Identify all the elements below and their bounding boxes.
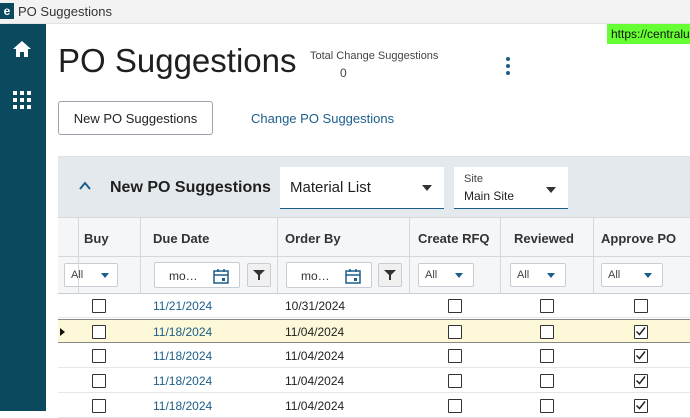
create-rfq-checkbox[interactable] [448, 299, 462, 313]
due-date-filter[interactable]: mo… [154, 262, 240, 288]
chevron-down-icon [101, 273, 109, 278]
reviewed-checkbox[interactable] [540, 325, 554, 339]
buy-checkbox[interactable] [92, 374, 106, 388]
po-grid: Buy Due Date Order By Create RFQ Reviewe… [58, 217, 690, 418]
home-icon[interactable] [10, 37, 34, 61]
page-title: PO Suggestions [58, 42, 297, 79]
buy-checkbox[interactable] [92, 349, 106, 363]
window-titlebar: e PO Suggestions [0, 0, 690, 24]
chevron-down-icon [422, 185, 432, 191]
new-po-panel: New PO Suggestions Material List Site Ma… [58, 156, 690, 418]
order-by-cell: 11/04/2024 [285, 374, 345, 388]
window-title: PO Suggestions [18, 4, 112, 19]
col-header-order-by[interactable]: Order By [285, 231, 341, 246]
chevron-up-icon[interactable] [78, 179, 92, 193]
calendar-icon[interactable] [345, 268, 361, 284]
col-header-buy[interactable]: Buy [84, 231, 109, 246]
due-date-cell[interactable]: 11/18/2024 [153, 374, 212, 388]
buy-checkbox[interactable] [92, 299, 106, 313]
approve-po-checkbox[interactable] [634, 325, 648, 339]
app-logo: e [0, 3, 14, 19]
chevron-down-icon [455, 273, 463, 278]
material-list-dropdown[interactable]: Material List [280, 167, 444, 209]
approve-po-checkbox[interactable] [634, 374, 648, 388]
filter-icon [384, 270, 396, 280]
order-by-filter-text: mo… [301, 269, 330, 283]
site-dropdown[interactable]: Site Main Site [454, 167, 568, 209]
create-rfq-checkbox[interactable] [448, 374, 462, 388]
url-badge: https://centralu [607, 24, 690, 44]
left-nav [0, 24, 46, 411]
col-header-due-date[interactable]: Due Date [153, 231, 209, 246]
row-indicator-icon [60, 328, 65, 336]
approve-po-checkbox[interactable] [634, 299, 648, 313]
calendar-icon[interactable] [213, 268, 229, 284]
create-rfq-filter[interactable]: All [418, 263, 474, 287]
material-list-value: Material List [290, 179, 371, 196]
approve-po-checkbox[interactable] [634, 349, 648, 363]
order-by-filter-button[interactable] [378, 263, 402, 287]
change-po-suggestions-link[interactable]: Change PO Suggestions [251, 111, 394, 126]
total-change-value: 0 [340, 66, 347, 80]
due-date-filter-button[interactable] [247, 263, 271, 287]
order-by-cell: 10/31/2024 [285, 299, 346, 313]
due-date-cell[interactable]: 11/18/2024 [153, 349, 212, 363]
table-row[interactable]: 11/18/2024 11/04/2024 [58, 344, 690, 368]
reviewed-filter-value: All [517, 269, 530, 281]
order-by-cell: 11/04/2024 [285, 325, 345, 339]
table-row[interactable]: 11/18/2024 11/04/2024 [58, 319, 690, 343]
table-row[interactable]: 11/18/2024 11/04/2024 [58, 394, 690, 418]
reviewed-checkbox[interactable] [540, 299, 554, 313]
filter-icon [253, 270, 265, 280]
table-row[interactable]: 11/21/2024 10/31/2024 [58, 294, 690, 318]
col-header-create-rfq[interactable]: Create RFQ [418, 231, 490, 246]
panel-header: New PO Suggestions Material List Site Ma… [58, 157, 690, 217]
create-rfq-filter-value: All [425, 269, 438, 281]
approve-po-filter-value: All [608, 269, 621, 281]
due-date-cell[interactable]: 11/18/2024 [153, 325, 212, 339]
buy-filter[interactable]: All [64, 263, 118, 287]
grid-header-row: Buy Due Date Order By Create RFQ Reviewe… [58, 217, 690, 257]
buy-checkbox[interactable] [92, 325, 106, 339]
create-rfq-checkbox[interactable] [448, 349, 462, 363]
order-by-filter[interactable]: mo… [286, 262, 372, 288]
approve-po-filter[interactable]: All [601, 263, 663, 287]
order-by-cell: 11/04/2024 [285, 349, 345, 363]
reviewed-checkbox[interactable] [540, 374, 554, 388]
due-date-cell[interactable]: 11/21/2024 [153, 299, 212, 313]
grid-filter-row: All mo… mo… All All [58, 257, 690, 294]
chevron-down-icon [546, 187, 556, 193]
table-row[interactable]: 11/18/2024 11/04/2024 [58, 369, 690, 393]
reviewed-filter[interactable]: All [510, 263, 566, 287]
apps-grid-icon[interactable] [10, 88, 34, 112]
chevron-down-icon [547, 273, 555, 278]
site-label: Site [464, 173, 483, 185]
due-date-filter-text: mo… [169, 269, 198, 283]
site-value: Main Site [464, 189, 515, 203]
more-options-icon[interactable] [500, 54, 516, 78]
create-rfq-checkbox[interactable] [448, 325, 462, 339]
total-change-label: Total Change Suggestions [310, 50, 439, 62]
col-header-approve-po[interactable]: Approve PO [601, 231, 676, 246]
new-po-suggestions-button[interactable]: New PO Suggestions [58, 101, 213, 135]
panel-title: New PO Suggestions [110, 179, 271, 196]
chevron-down-icon [644, 273, 652, 278]
reviewed-checkbox[interactable] [540, 349, 554, 363]
col-header-reviewed[interactable]: Reviewed [514, 231, 574, 246]
